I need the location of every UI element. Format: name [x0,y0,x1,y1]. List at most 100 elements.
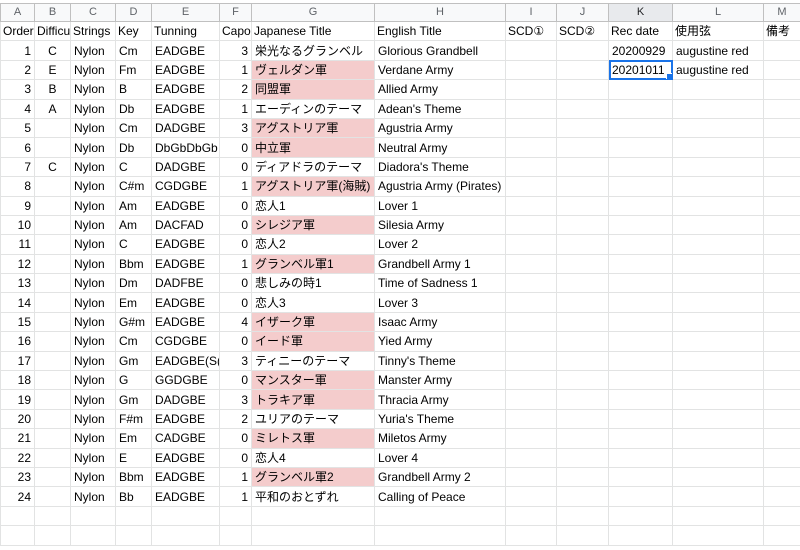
column-header-b[interactable]: B [34,3,71,22]
cell-g[interactable]: ミレトス軍 [251,428,375,449]
cell-k[interactable] [608,117,673,139]
cell-h[interactable]: Agustria Army [374,117,506,139]
cell-i[interactable] [505,79,557,100]
cell-j[interactable] [556,273,609,294]
cell-e[interactable]: EADGBE [151,486,220,507]
cell-h[interactable]: Grandbell Army 1 [374,253,506,275]
cell-e[interactable]: EADGBE [151,59,220,81]
cell-l[interactable] [672,525,764,546]
cell-i[interactable] [505,428,557,449]
cell-b[interactable]: C [34,156,71,178]
cell-c[interactable]: Nylon [70,253,116,275]
cell-d[interactable]: Cm [115,40,152,61]
cell-l[interactable] [672,389,764,410]
cell-l[interactable] [672,156,764,178]
cell-h[interactable]: Grandbell Army 2 [374,466,506,488]
cell-d[interactable]: Bbm [115,466,152,488]
cell-b[interactable] [34,370,71,391]
cell-c[interactable]: Nylon [70,40,116,61]
cell-e[interactable]: EADGBE [151,40,220,61]
cell-k[interactable] [608,273,673,294]
column-header-k[interactable]: K [608,3,673,22]
cell-f[interactable]: 0 [219,137,252,158]
cell-e[interactable] [151,525,220,546]
cell-a[interactable]: 6 [0,137,35,158]
cell-m[interactable] [763,137,800,158]
cell-e[interactable]: EADGBE [151,98,220,119]
cell-m[interactable] [763,234,800,255]
cell-c[interactable]: Nylon [70,350,116,372]
cell-h[interactable]: Calling of Peace [374,486,506,507]
cell-a[interactable]: 18 [0,370,35,391]
cell-f[interactable]: 2 [219,408,252,430]
cell-d[interactable]: Db [115,137,152,158]
cell-j[interactable] [556,331,609,352]
cell-g[interactable]: グランベル軍1 [251,253,375,275]
cell-a-header[interactable]: Order [0,20,35,42]
cell-m[interactable] [763,292,800,313]
cell-b[interactable] [34,428,71,449]
cell-l[interactable] [672,137,764,158]
cell-j[interactable] [556,428,609,449]
cell-m[interactable] [763,59,800,81]
cell-d[interactable]: Cm [115,117,152,139]
cell-h[interactable]: Thracia Army [374,389,506,410]
cell-j-header[interactable]: SCD② [556,20,609,42]
cell-g[interactable]: ティニーのテーマ [251,350,375,372]
cell-m[interactable] [763,428,800,449]
cell-b[interactable] [34,311,71,333]
cell-j[interactable] [556,137,609,158]
cell-f[interactable]: 1 [219,466,252,488]
cell-g[interactable]: 恋人1 [251,195,375,216]
cell-l[interactable] [672,311,764,333]
cell-f[interactable]: 0 [219,273,252,294]
cell-e[interactable]: EADGBE [151,466,220,488]
cell-e[interactable]: DbGbDbGb [151,137,220,158]
cell-a[interactable]: 7 [0,156,35,178]
cell-l[interactable] [672,428,764,449]
cell-i[interactable] [505,447,557,468]
cell-h[interactable]: Lover 1 [374,195,506,216]
cell-b[interactable] [34,466,71,488]
cell-m[interactable] [763,350,800,372]
cell-k[interactable] [608,408,673,430]
column-header-h[interactable]: H [374,3,506,22]
cell-g[interactable] [251,505,375,527]
cell-d[interactable] [115,505,152,527]
cell-b[interactable] [34,331,71,352]
cell-a[interactable]: 5 [0,117,35,139]
cell-l[interactable] [672,273,764,294]
cell-d[interactable]: Bbm [115,253,152,275]
cell-m[interactable] [763,79,800,100]
cell-j[interactable] [556,486,609,507]
cell-d[interactable]: Gm [115,350,152,372]
cell-g[interactable]: アグストリア軍(海賊) [251,176,375,197]
cell-l[interactable] [672,292,764,313]
cell-e[interactable]: EADGBE [151,79,220,100]
cell-c[interactable]: Nylon [70,408,116,430]
cell-h[interactable]: Tinny's Theme [374,350,506,372]
cell-l-header[interactable]: 使用弦 [672,20,764,42]
column-header-e[interactable]: E [151,3,220,22]
cell-j[interactable] [556,59,609,81]
cell-m-header[interactable]: 備考 [763,20,800,42]
cell-d[interactable]: C [115,234,152,255]
cell-f[interactable]: 0 [219,428,252,449]
cell-c[interactable]: Nylon [70,447,116,468]
cell-f[interactable]: 1 [219,176,252,197]
cell-i[interactable] [505,234,557,255]
cell-g[interactable] [251,525,375,546]
cell-e[interactable]: EADGBE [151,195,220,216]
cell-d[interactable]: Bb [115,486,152,507]
cell-g[interactable]: アグストリア軍 [251,117,375,139]
cell-h[interactable]: Miletos Army [374,428,506,449]
cell-e[interactable]: EADGBE [151,311,220,333]
cell-j[interactable] [556,214,609,236]
cell-k[interactable] [608,428,673,449]
cell-l[interactable] [672,214,764,236]
cell-c[interactable]: Nylon [70,428,116,449]
cell-m[interactable] [763,331,800,352]
cell-i[interactable] [505,408,557,430]
cell-i[interactable] [505,486,557,507]
cell-b[interactable] [34,137,71,158]
